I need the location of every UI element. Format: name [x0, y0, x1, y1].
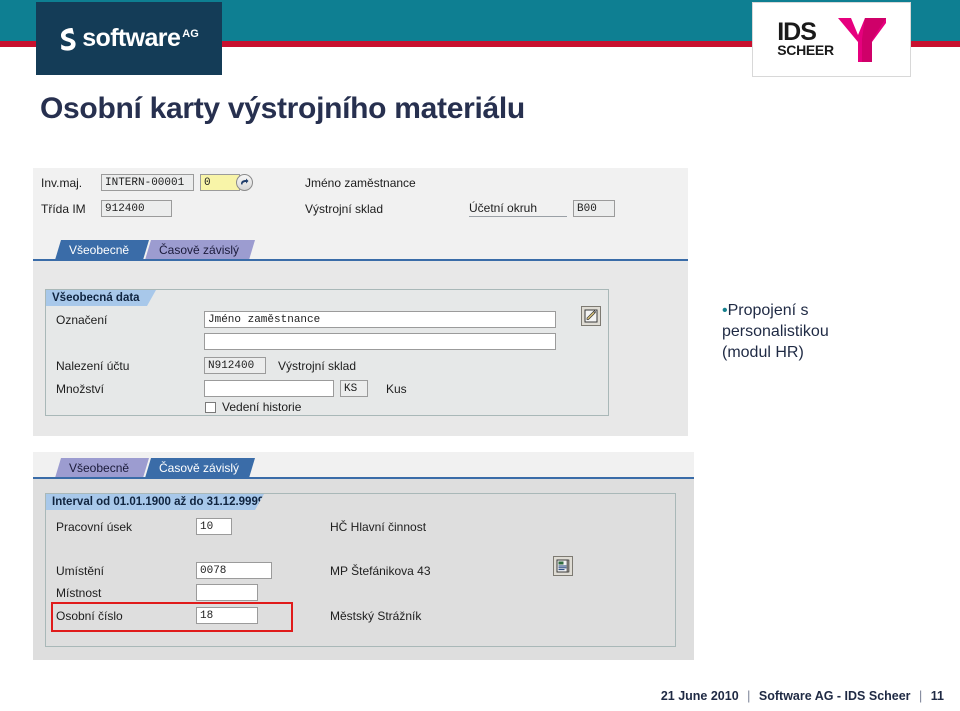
company-code-label: Účetní okruh: [469, 201, 567, 217]
ids-scheer-y-mark-icon: [837, 17, 886, 62]
note-text-3: (modul HR): [722, 344, 804, 361]
scheer-wordmark: SCHEER: [777, 42, 834, 58]
footer-company: Software AG - IDS Scheer: [758, 689, 911, 703]
work-area-value[interactable]: 10: [196, 518, 232, 535]
inv-maj-value[interactable]: INTERN-00001: [101, 174, 194, 191]
personnel-number-text: Městský Strážník: [330, 609, 422, 623]
class-im-value[interactable]: 912400: [101, 200, 172, 217]
sap-screenshot-general: Inv.maj. INTERN-00001 0 Jméno zaměstnanc…: [33, 168, 688, 436]
page-footer: 21 June 2010 | Software AG - IDS Scheer …: [0, 685, 960, 711]
history-checkbox-label: Vedení historie: [222, 400, 302, 414]
lookup-arrow-icon[interactable]: [236, 174, 253, 191]
work-area-label: Pracovní úsek: [56, 520, 133, 534]
description-value-line2[interactable]: [204, 333, 556, 350]
personnel-number-label: Osobní číslo: [56, 609, 123, 623]
account-determination-text: Výstrojní sklad: [278, 359, 357, 373]
software-ag-wordmark: software: [82, 24, 181, 52]
ids-wordmark: IDS: [777, 18, 817, 46]
software-ag-suffix: AG: [182, 28, 199, 40]
unit-value[interactable]: KS: [340, 380, 368, 397]
employee-name-label: Jméno zaměstnance: [305, 176, 416, 190]
history-checkbox[interactable]: [205, 402, 216, 413]
unit-text: Kus: [386, 382, 407, 396]
software-ag-mark-icon: [59, 27, 76, 51]
general-data-group-title: Všeobecná data: [46, 290, 156, 306]
software-ag-logo: software AG: [36, 2, 222, 75]
footer-text: 21 June 2010 | Software AG - IDS Scheer …: [661, 689, 944, 703]
class-im-label: Třída IM: [41, 202, 86, 216]
room-value[interactable]: [196, 584, 258, 601]
tab-casove-zavisly[interactable]: Časově závislý: [145, 240, 255, 260]
note-text-2: personalistikou: [722, 323, 829, 340]
edit-pencil-icon[interactable]: [581, 306, 601, 326]
general-data-group: Všeobecná data Označení Jméno zaměstnanc…: [45, 289, 609, 416]
personnel-number-value[interactable]: 18: [196, 607, 258, 624]
account-determination-value[interactable]: N912400: [204, 357, 266, 374]
footer-page-number: 11: [930, 689, 944, 703]
time-dependent-tab-body: Interval od 01.01.1900 až do 31.12.9999 …: [33, 479, 694, 660]
quantity-label: Množství: [56, 382, 105, 396]
footer-separator-1: |: [747, 689, 751, 703]
inv-maj-subnumber[interactable]: 0: [200, 174, 240, 191]
tab-vseobecne[interactable]: Všeobecně: [55, 240, 149, 260]
company-code-value[interactable]: B00: [573, 200, 615, 217]
work-area-text: HČ Hlavní činnost: [330, 520, 427, 534]
location-label: Umístění: [56, 564, 105, 578]
room-label: Místnost: [56, 586, 102, 600]
account-determination-label: Nalezení účtu: [56, 359, 130, 373]
warehouse-text: Výstrojní sklad: [305, 202, 384, 216]
sap-screenshot-time-dependent: Všeobecně Časově závislý Interval od 01.…: [33, 452, 694, 660]
location-text: MP Štefánikova 43: [330, 564, 431, 578]
page-header: software AG IDS SCHEER: [0, 0, 960, 78]
note-line-1: •Propojení s: [722, 300, 937, 321]
footer-date: 21 June 2010: [660, 689, 739, 703]
sap-top-form: Inv.maj. INTERN-00001 0 Jméno zaměstnanc…: [33, 168, 688, 230]
description-label: Označení: [56, 313, 108, 327]
note-text-1: Propojení s: [727, 302, 809, 319]
tab-vseobecne-2[interactable]: Všeobecně: [55, 458, 149, 478]
tab-casove-zavisly-2[interactable]: Časově závislý: [145, 458, 255, 478]
interval-group: Interval od 01.01.1900 až do 31.12.9999 …: [45, 493, 676, 647]
page-title: Osobní karty výstrojního materiálu: [40, 92, 525, 125]
general-tab-body: Všeobecná data Označení Jméno zaměstnanc…: [33, 261, 688, 436]
inv-maj-label: Inv.maj.: [41, 176, 83, 190]
interval-group-title: Interval od 01.01.1900 až do 31.12.9999: [46, 494, 264, 510]
ids-scheer-logo: IDS SCHEER: [752, 2, 911, 77]
annotation-note: •Propojení s personalistikou (modul HR): [722, 300, 937, 363]
document-list-icon[interactable]: [553, 556, 573, 576]
location-value[interactable]: 0078: [196, 562, 272, 579]
quantity-value[interactable]: [204, 380, 334, 397]
description-value[interactable]: Jméno zaměstnance: [204, 311, 556, 328]
footer-separator-2: |: [919, 689, 923, 703]
